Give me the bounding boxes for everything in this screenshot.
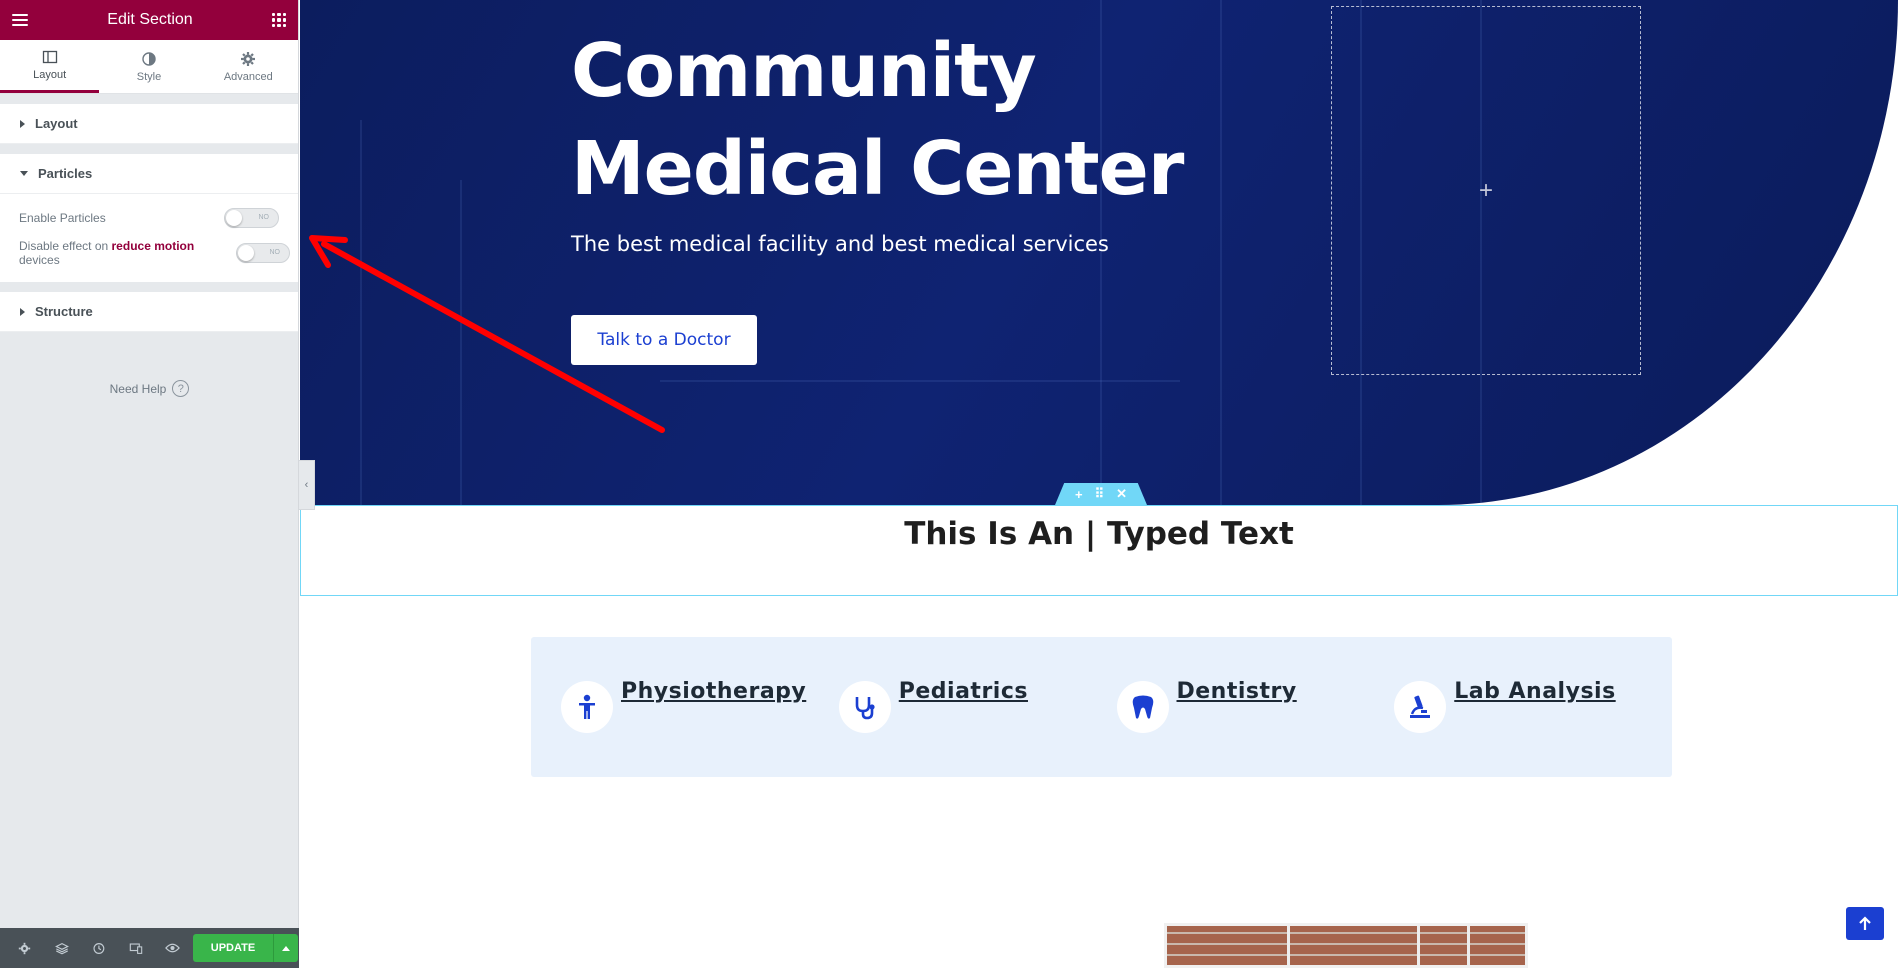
disable-effect-prefix: Disable effect on	[19, 238, 112, 253]
disable-effect-switch[interactable]: NO	[235, 242, 290, 263]
typed-text-section[interactable]: This Is An | Typed Text	[300, 505, 1898, 596]
microscope-icon	[1394, 681, 1447, 733]
typed-text-heading: This Is An | Typed Text	[904, 516, 1294, 552]
tab-style[interactable]: Style	[99, 40, 198, 93]
tooth-icon	[1116, 681, 1169, 733]
collapse-sidebar-handle[interactable]: ‹	[299, 460, 315, 510]
control-enable-particles: Enable Particles NO	[0, 200, 298, 235]
building-photo	[1164, 923, 1528, 968]
enable-particles-label: Enable Particles	[19, 210, 106, 225]
control-disable-effect: Disable effect on reduce motion devices …	[0, 235, 298, 270]
scroll-to-top-button[interactable]	[1846, 907, 1884, 940]
layout-icon	[42, 50, 57, 64]
disable-effect-accent: reduce motion	[111, 238, 195, 253]
update-button[interactable]: UPDATE	[193, 934, 273, 962]
section-toggle-particles[interactable]: Particles	[0, 154, 298, 194]
widgets-grid-icon[interactable]	[271, 13, 286, 27]
arrow-up-icon	[1859, 915, 1871, 930]
particles-controls: Enable Particles NO Disable effect on re…	[0, 194, 298, 282]
section-label-layout: Layout	[35, 116, 78, 131]
service-dentistry[interactable]: Dentistry	[1116, 677, 1395, 777]
stethoscope-icon	[838, 681, 891, 733]
tab-advanced[interactable]: Advanced	[199, 40, 298, 93]
switch-value: NO	[258, 214, 270, 221]
caret-down-icon	[20, 171, 28, 176]
service-lab-analysis[interactable]: Lab Analysis	[1394, 677, 1672, 777]
hero-title: Community Medical Center	[571, 22, 1184, 218]
need-help-link[interactable]: Need Help ?	[0, 380, 299, 397]
hero-section[interactable]: Community Medical Center The best medica…	[300, 0, 1898, 505]
switch-knob	[226, 209, 242, 226]
disable-effect-label: Disable effect on reduce motion devices	[19, 239, 236, 267]
service-pediatrics[interactable]: Pediatrics	[838, 677, 1117, 777]
service-label: Physiotherapy	[621, 679, 807, 704]
caret-right-icon	[20, 119, 25, 128]
update-options-button[interactable]	[273, 934, 298, 962]
section-toggle-layout[interactable]: Layout	[0, 104, 298, 144]
tab-layout-label: Layout	[33, 69, 67, 81]
switch-knob	[237, 244, 254, 261]
tab-advanced-label: Advanced	[223, 70, 273, 83]
chevron-left-icon: ‹	[304, 479, 309, 491]
responsive-icon[interactable]	[117, 928, 154, 968]
preview-icon[interactable]	[154, 928, 191, 968]
service-label: Lab Analysis	[1454, 679, 1616, 704]
caret-right-icon	[20, 307, 25, 316]
gear-icon	[241, 51, 256, 66]
editor-sidebar: Edit Section Layout Style Advanced Layou…	[0, 0, 299, 968]
service-label: Pediatrics	[898, 679, 1028, 704]
tab-style-label: Style	[136, 70, 162, 83]
talk-to-doctor-button[interactable]: Talk to a Doctor	[571, 315, 757, 365]
service-physiotherapy[interactable]: Physiotherapy	[561, 677, 839, 777]
switch-value: NO	[269, 249, 281, 256]
section-label-structure: Structure	[35, 304, 93, 319]
drag-section-icon[interactable]: ⠿	[1095, 486, 1105, 502]
empty-column-placeholder[interactable]: +	[1331, 6, 1641, 375]
hero-title-line2: Medical Center	[571, 126, 1184, 212]
style-icon	[142, 51, 156, 66]
hero-title-line1: Community	[571, 28, 1037, 114]
add-section-icon[interactable]: +	[1075, 487, 1083, 502]
services-bar: Physiotherapy Pediatrics Dentistry Lab A…	[531, 637, 1672, 777]
need-help-label: Need Help	[109, 381, 167, 396]
enable-particles-switch[interactable]: NO	[224, 207, 279, 228]
hero-subtitle: The best medical facility and best medic…	[571, 232, 1109, 256]
tab-layout[interactable]: Layout	[0, 40, 100, 93]
help-icon: ?	[172, 380, 190, 397]
disable-effect-suffix: devices	[19, 252, 60, 267]
delete-section-icon[interactable]: ✕	[1116, 486, 1127, 502]
elementor-editor: Edit Section Layout Style Advanced Layou…	[0, 0, 1898, 968]
section-handle: + ⠿ ✕	[1055, 483, 1147, 505]
history-icon[interactable]	[80, 928, 117, 968]
sidebar-footer: UPDATE	[0, 928, 299, 968]
caret-up-icon	[282, 945, 290, 951]
navigator-icon[interactable]	[43, 928, 80, 968]
sidebar-title: Edit Section	[107, 11, 193, 28]
settings-icon[interactable]	[6, 928, 43, 968]
section-label-particles: Particles	[38, 166, 93, 181]
hamburger-menu-icon[interactable]	[12, 14, 28, 26]
section-toggle-structure[interactable]: Structure	[0, 292, 298, 332]
service-label: Dentistry	[1176, 679, 1297, 704]
sidebar-tabs: Layout Style Advanced	[0, 40, 298, 94]
page-canvas: Community Medical Center The best medica…	[300, 0, 1898, 968]
person-icon	[561, 681, 613, 733]
sidebar-header: Edit Section	[0, 0, 298, 40]
plus-icon: +	[1478, 176, 1493, 204]
